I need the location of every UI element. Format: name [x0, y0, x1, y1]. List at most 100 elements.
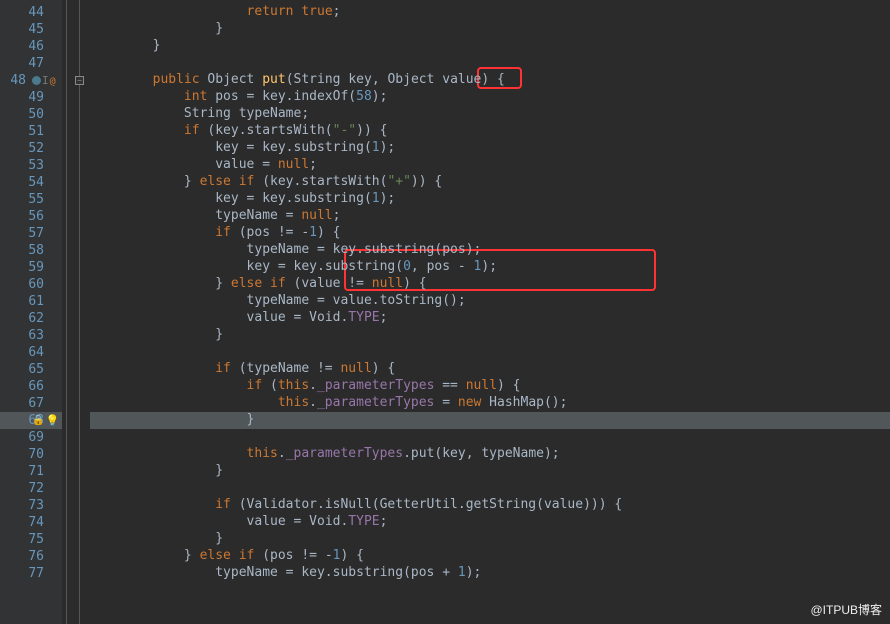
code-line[interactable]: }: [90, 38, 890, 55]
token-kw: if: [215, 225, 231, 240]
gutter-line[interactable]: 49: [0, 89, 62, 106]
code-line[interactable]: this._parameterTypes.put(key, typeName);: [90, 446, 890, 463]
code-line[interactable]: }: [90, 412, 890, 429]
token-kw: this: [247, 446, 278, 461]
code-line[interactable]: public Object put(String key, Object val…: [90, 72, 890, 89]
gutter-line[interactable]: 58: [0, 242, 62, 259]
line-number: 73: [26, 498, 44, 513]
gutter-line[interactable]: 66: [0, 378, 62, 395]
gutter-line[interactable]: 68🔒💡: [0, 412, 62, 429]
token-kw: this: [278, 395, 309, 410]
code-line[interactable]: typeName = key.substring(pos + 1);: [90, 565, 890, 582]
gutter-line[interactable]: 77: [0, 565, 62, 582]
code-line[interactable]: [90, 344, 890, 361]
gutter-line[interactable]: 69: [0, 429, 62, 446]
code-line[interactable]: String typeName;: [90, 106, 890, 123]
code-line[interactable]: if (this._parameterTypes == null) {: [90, 378, 890, 395]
code-line[interactable]: [90, 480, 890, 497]
gutter-line[interactable]: 59: [0, 259, 62, 276]
gutter-line[interactable]: 47: [0, 55, 62, 72]
code-line[interactable]: if (key.startsWith("-")) {: [90, 123, 890, 140]
code-line[interactable]: value = null;: [90, 157, 890, 174]
gutter-line[interactable]: 70: [0, 446, 62, 463]
line-number: 74: [26, 515, 44, 530]
gutter-line[interactable]: 53: [0, 157, 62, 174]
code-line[interactable]: typeName = key.substring(pos);: [90, 242, 890, 259]
gutter-line[interactable]: 55: [0, 191, 62, 208]
code-line[interactable]: } else if (key.startsWith("+")) {: [90, 174, 890, 191]
gutter-line[interactable]: 45: [0, 21, 62, 38]
code-line[interactable]: key = key.substring(0, pos - 1);: [90, 259, 890, 276]
code-editor[interactable]: 4445464748 I@ 49505152535455565758 59606162…: [0, 0, 890, 624]
token-kw: if: [184, 123, 200, 138]
code-line[interactable]: this._parameterTypes = new HashMap();: [90, 395, 890, 412]
token-str: "+": [387, 174, 410, 189]
code-line[interactable]: } else if (pos != -1) {: [90, 548, 890, 565]
token-id: }: [153, 38, 161, 53]
line-number: 70: [26, 447, 44, 462]
gutter-line[interactable]: 73: [0, 497, 62, 514]
gutter-line[interactable]: 48 I@: [0, 72, 62, 89]
token-id: (key.startsWith(: [254, 174, 387, 189]
code-line[interactable]: [90, 55, 890, 72]
gutter-line[interactable]: 54: [0, 174, 62, 191]
code-line[interactable]: }: [90, 463, 890, 480]
gutter-line[interactable]: 60: [0, 276, 62, 293]
gutter-line[interactable]: 76: [0, 548, 62, 565]
gutter-line[interactable]: 50: [0, 106, 62, 123]
code-line[interactable]: value = Void.TYPE;: [90, 310, 890, 327]
gutter-line[interactable]: 62: [0, 310, 62, 327]
code-line[interactable]: } else if (value != null) {: [90, 276, 890, 293]
line-number: 69: [26, 430, 44, 445]
code-line[interactable]: typeName = null;: [90, 208, 890, 225]
gutter-line[interactable]: 65: [0, 361, 62, 378]
token-id: ) {: [372, 361, 395, 376]
token-id: );: [481, 259, 497, 274]
token-kw: null: [340, 361, 371, 376]
code-line[interactable]: typeName = value.toString();: [90, 293, 890, 310]
line-number: 59: [26, 260, 44, 275]
token-id: key = key.substring(: [247, 259, 404, 274]
gutter-line[interactable]: 75: [0, 531, 62, 548]
token-kw: public: [153, 72, 200, 87]
code-area[interactable]: return true; } } public Object put(Strin…: [62, 0, 890, 624]
code-line[interactable]: if (pos != -1) {: [90, 225, 890, 242]
gutter-line[interactable]: 71: [0, 463, 62, 480]
gutter-line[interactable]: 74: [0, 514, 62, 531]
gutter-line[interactable]: 61: [0, 293, 62, 310]
token-id: ) {: [497, 378, 520, 393]
code-line[interactable]: key = key.substring(1);: [90, 191, 890, 208]
code-line[interactable]: }: [90, 531, 890, 548]
gutter-line[interactable]: 72: [0, 480, 62, 497]
token-id: String typeName;: [184, 106, 309, 121]
gutter-line[interactable]: 67: [0, 395, 62, 412]
code-line[interactable]: if (Validator.isNull(GetterUtil.getStrin…: [90, 497, 890, 514]
gutter-line[interactable]: 44: [0, 4, 62, 21]
gutter-line[interactable]: 63: [0, 327, 62, 344]
intention-bulb-icon[interactable]: 🔒💡: [32, 414, 60, 427]
override-marker-icon[interactable]: I@: [32, 74, 60, 87]
token-id: .: [309, 378, 317, 393]
code-line[interactable]: return true;: [90, 4, 890, 21]
code-line[interactable]: [90, 429, 890, 446]
gutter-line[interactable]: 52: [0, 140, 62, 157]
code-line[interactable]: }: [90, 21, 890, 38]
token-id: );: [372, 89, 388, 104]
token-id: }: [215, 327, 223, 342]
line-number: 49: [26, 90, 44, 105]
code-line[interactable]: int pos = key.indexOf(58);: [90, 89, 890, 106]
gutter-line[interactable]: 46: [0, 38, 62, 55]
gutter-line[interactable]: 64: [0, 344, 62, 361]
code-line[interactable]: }: [90, 327, 890, 344]
fold-toggle-icon[interactable]: −: [75, 76, 84, 85]
gutter-line[interactable]: 57: [0, 225, 62, 242]
code-line[interactable]: if (typeName != null) {: [90, 361, 890, 378]
code-line[interactable]: key = key.substring(1);: [90, 140, 890, 157]
code-line[interactable]: value = Void.TYPE;: [90, 514, 890, 531]
token-id: (pos != -: [231, 225, 309, 240]
line-number: 46: [26, 39, 44, 54]
line-number: 58: [26, 243, 44, 258]
gutter-line[interactable]: 56: [0, 208, 62, 225]
gutter-line[interactable]: 51: [0, 123, 62, 140]
line-number: 48: [8, 73, 26, 88]
